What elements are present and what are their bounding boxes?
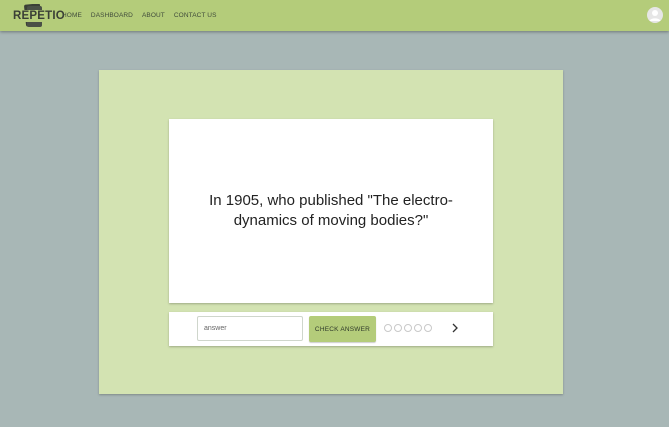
chevron-right-icon[interactable] (450, 321, 460, 335)
progress-dots (384, 324, 434, 332)
account-circle-icon[interactable] (647, 7, 663, 23)
progress-dot (384, 324, 392, 332)
nav-contact-us[interactable]: CONTACT US (174, 12, 217, 20)
nav-dashboard[interactable]: DASHBOARD (91, 12, 133, 20)
main-nav: HOME DASHBOARD ABOUT CONTACT US (62, 12, 226, 20)
answer-bar: CHECK ANSWER (169, 312, 493, 346)
check-answer-button[interactable]: CHECK ANSWER (309, 316, 376, 342)
question-card: In 1905, who published "The electro-dyna… (169, 119, 493, 303)
progress-dot (414, 324, 422, 332)
progress-dot (404, 324, 412, 332)
top-app-bar: REPETIO HOME DASHBOARD ABOUT CONTACT US (0, 0, 669, 31)
answer-input[interactable] (197, 316, 303, 341)
question-text: In 1905, who published "The electro-dyna… (209, 192, 453, 229)
nav-home[interactable]: HOME (62, 12, 82, 20)
app-logo[interactable]: REPETIO (13, 3, 65, 29)
nav-about[interactable]: ABOUT (142, 12, 165, 20)
progress-dot (394, 324, 402, 332)
app-name: REPETIO (13, 10, 65, 22)
progress-dot (424, 324, 432, 332)
